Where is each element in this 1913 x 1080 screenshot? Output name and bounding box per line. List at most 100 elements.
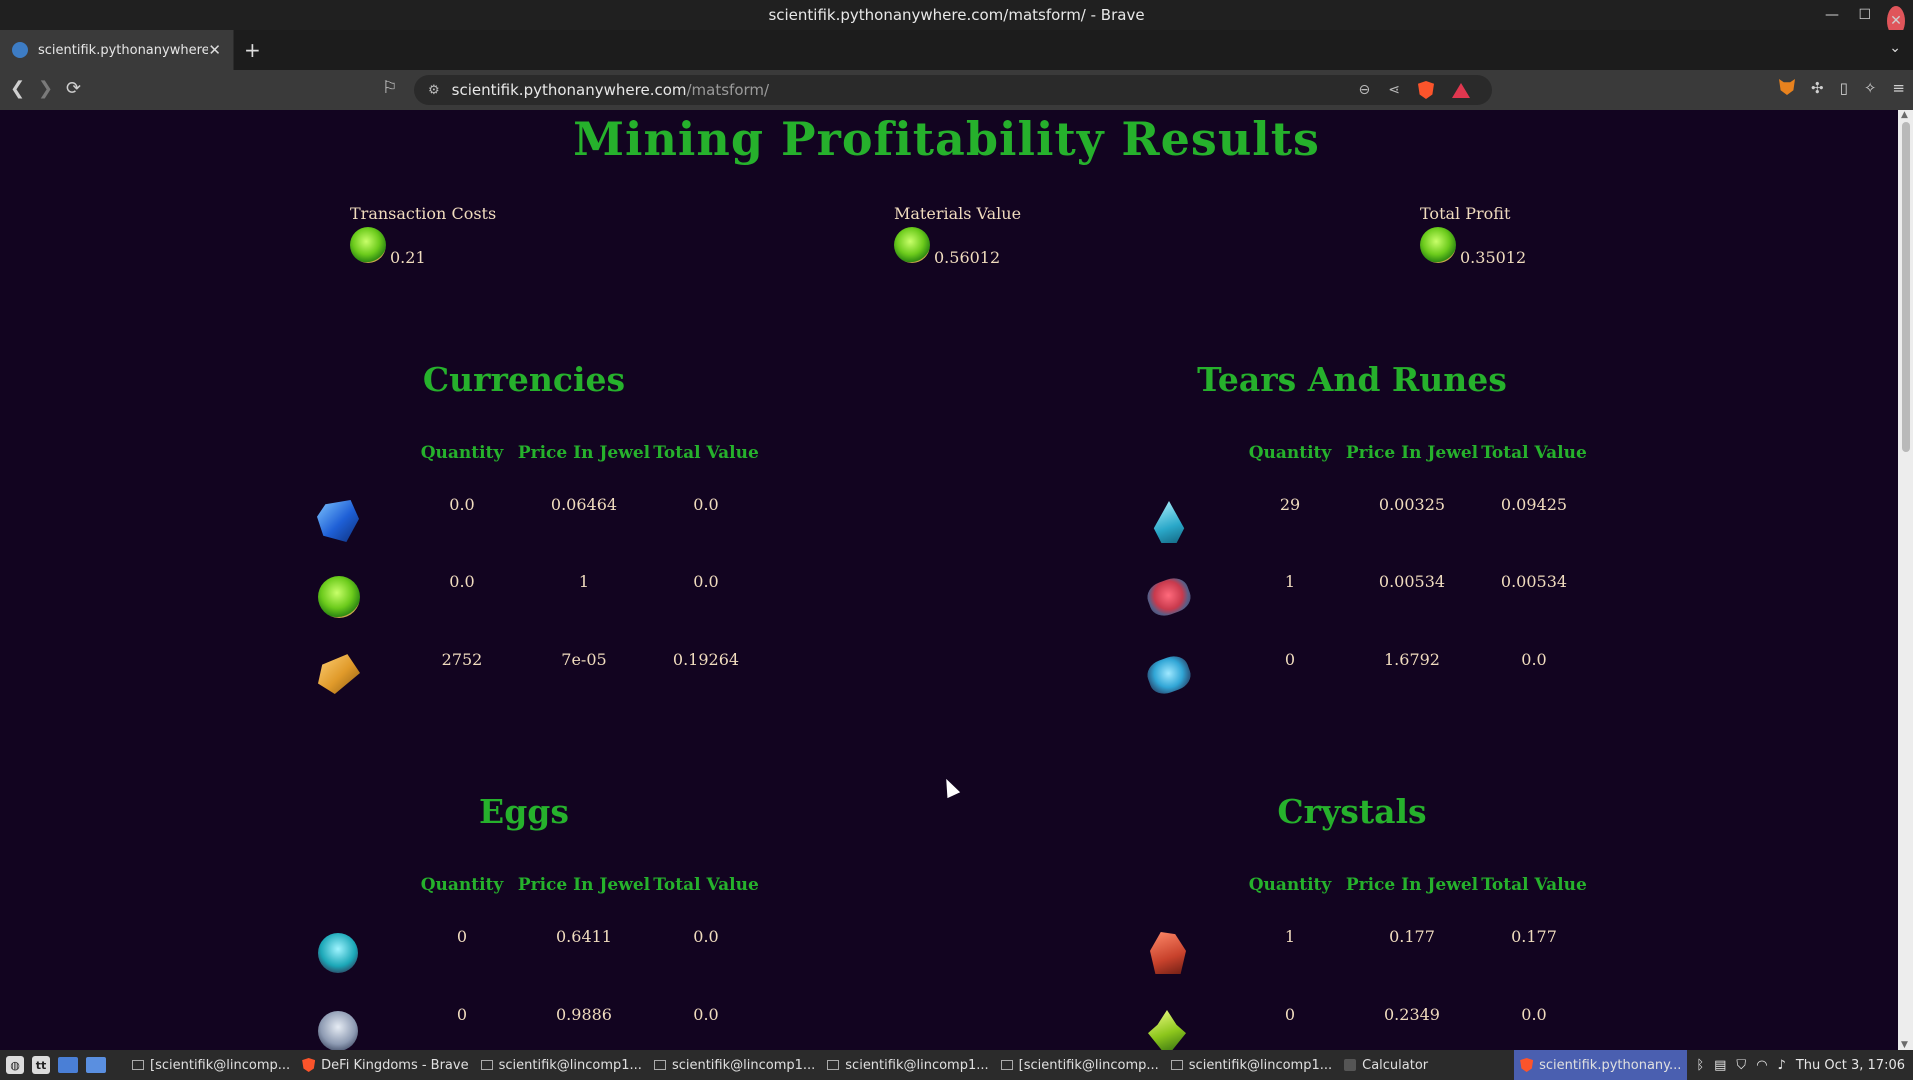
main-menu-icon[interactable]: ≡ xyxy=(1892,79,1905,97)
red-crystal-icon xyxy=(1150,932,1186,974)
address-bar[interactable]: ⚙ scientifik.pythonanywhere.com/matsform… xyxy=(414,75,1492,105)
file-manager-icon[interactable] xyxy=(86,1057,106,1073)
shield-icon[interactable]: ⛉ xyxy=(1736,1058,1746,1073)
reload-button[interactable]: ⟳ xyxy=(66,78,81,99)
tab-title: scientifik.pythonanywhere.c xyxy=(38,42,208,58)
extensions-icon[interactable]: ✣ xyxy=(1811,79,1824,97)
taskbar-task[interactable]: scientifik@lincomp1... xyxy=(475,1050,648,1080)
cell-total: 0.0 xyxy=(693,495,719,514)
tt-launcher-icon[interactable]: tt xyxy=(32,1056,50,1074)
sidebar-icon[interactable]: ▯ xyxy=(1840,79,1848,97)
brave-rewards-icon[interactable] xyxy=(1452,82,1470,98)
terminal-icon xyxy=(132,1060,144,1070)
summary-value: 0.35012 xyxy=(1460,248,1527,267)
cell-total: 0.09425 xyxy=(1500,495,1568,514)
task-label: scientifik@lincomp1... xyxy=(671,1057,816,1073)
column-header-quantity: Quantity xyxy=(1248,443,1332,463)
taskbar-task[interactable]: DeFi Kingdoms - Brave xyxy=(296,1050,474,1080)
taskbar-task[interactable]: [scientifik@lincomp... xyxy=(126,1050,296,1080)
task-label: scientifik.pythonany... xyxy=(1539,1057,1682,1073)
task-label: DeFi Kingdoms - Brave xyxy=(321,1057,469,1073)
cell-price: 1.6792 xyxy=(1384,650,1440,669)
cell-quantity: 0.0 xyxy=(449,495,475,514)
new-tab-button[interactable]: + xyxy=(244,38,261,62)
jewel-icon xyxy=(318,576,360,618)
volume-icon[interactable]: ♪ xyxy=(1778,1058,1786,1073)
cell-price: 0.9886 xyxy=(556,1005,612,1024)
brave-icon xyxy=(1520,1058,1534,1072)
tab-list-button[interactable]: ⌄ xyxy=(1889,40,1901,56)
zoom-icon[interactable]: ⊖ xyxy=(1359,82,1371,98)
column-header-price: Price In Jewel xyxy=(1345,443,1479,463)
column-header-quantity: Quantity xyxy=(1248,875,1332,895)
page-scrollbar[interactable]: ▲ ▼ xyxy=(1898,110,1913,1050)
bookmark-icon[interactable]: ⚐ xyxy=(382,78,397,98)
taskbar-task[interactable]: scientifik@lincomp1... xyxy=(821,1050,994,1080)
site-info-icon[interactable]: ⚙ xyxy=(428,83,440,98)
share-icon[interactable]: ⋖ xyxy=(1388,82,1400,98)
cell-quantity: 0 xyxy=(456,927,468,946)
cell-price: 0.6411 xyxy=(556,927,612,946)
red-rune-icon xyxy=(1143,573,1195,621)
cell-total: 0.0 xyxy=(693,927,719,946)
minimize-button[interactable]: — xyxy=(1825,0,1839,30)
browser-toolbar: ❮ ❯ ⟳ ⚐ ⚙ scientifik.pythonanywhere.com /… xyxy=(0,70,1913,110)
leo-ai-icon[interactable]: ✧ xyxy=(1864,79,1877,97)
terminal-icon xyxy=(653,1060,666,1070)
tab-strip: scientifik.pythonanywhere.c ✕ + ⌄ xyxy=(0,30,1913,70)
section-title-currencies: Currencies xyxy=(422,360,626,399)
teal-egg-icon xyxy=(318,933,358,973)
taskbar-task[interactable]: scientifik@lincomp1... xyxy=(1165,1050,1338,1080)
scroll-down-icon[interactable]: ▼ xyxy=(1901,1040,1908,1050)
terminal-icon xyxy=(1000,1060,1013,1070)
column-header-quantity: Quantity xyxy=(420,875,504,895)
jewel-icon xyxy=(1420,227,1456,263)
cell-price: 1 xyxy=(578,572,590,591)
terminal-icon xyxy=(827,1060,840,1070)
jewel-icon xyxy=(350,227,386,263)
cell-total: 0.0 xyxy=(693,572,719,591)
tear-drop-icon xyxy=(1153,501,1185,543)
workspace-icon[interactable] xyxy=(58,1057,78,1073)
terminal-icon xyxy=(480,1060,493,1070)
cell-price: 0.00325 xyxy=(1378,495,1446,514)
app-menu-icon[interactable]: ◍ xyxy=(6,1056,24,1074)
summary-label: Materials Value xyxy=(894,204,1022,223)
cell-total: 0.0 xyxy=(1521,650,1547,669)
bluetooth-icon[interactable]: ᛒ xyxy=(1696,1058,1704,1073)
scroll-up-icon[interactable]: ▲ xyxy=(1901,110,1908,120)
grey-egg-icon xyxy=(318,1011,358,1050)
taskbar-task-active[interactable]: scientifik.pythonany... xyxy=(1514,1050,1688,1080)
url-host: scientifik.pythonanywhere.com xyxy=(451,81,687,99)
page-content: Mining Profitability Results Transaction… xyxy=(0,110,1898,1050)
tab-close-button[interactable]: ✕ xyxy=(208,41,221,59)
tab-matsform[interactable]: scientifik.pythonanywhere.c ✕ xyxy=(0,30,234,70)
column-header-total: Total Value xyxy=(1481,443,1587,463)
url-path: /matsform/ xyxy=(686,81,770,99)
window-titlebar: scientifik.pythonanywhere.com/matsform/ … xyxy=(0,0,1913,36)
back-button[interactable]: ❮ xyxy=(10,78,25,99)
cell-quantity: 0 xyxy=(456,1005,468,1024)
cell-price: 7e-05 xyxy=(561,650,607,669)
column-header-total: Total Value xyxy=(653,443,759,463)
section-title-tears-and-runes: Tears And Runes xyxy=(1197,360,1507,399)
cell-total: 0.0 xyxy=(693,1005,719,1024)
task-label: Calculator xyxy=(1362,1057,1429,1073)
taskbar-task[interactable]: scientifik@lincomp1... xyxy=(648,1050,821,1080)
maximize-button[interactable]: ☐ xyxy=(1858,0,1871,30)
brave-shields-icon[interactable] xyxy=(1418,81,1434,99)
system-tray: ᛒ ▤ ⛉ ◠ ♪ Thu Oct 3, 17:06 xyxy=(1696,1058,1913,1073)
summary-transaction-costs: Transaction Costs 0.21 xyxy=(350,204,610,267)
summary-total-profit: Total Profit 0.35012 xyxy=(1420,204,1680,267)
scrollbar-thumb[interactable] xyxy=(1902,122,1910,452)
taskbar-task[interactable]: [scientifik@lincomp... xyxy=(995,1050,1165,1080)
column-header-quantity: Quantity xyxy=(420,443,504,463)
clock[interactable]: Thu Oct 3, 17:06 xyxy=(1796,1058,1905,1073)
cell-quantity: 0 xyxy=(1284,1005,1296,1024)
wifi-icon[interactable]: ◠ xyxy=(1756,1058,1767,1073)
forward-button[interactable]: ❯ xyxy=(38,78,53,99)
cell-total: 0.00534 xyxy=(1500,572,1568,591)
taskbar-task[interactable]: Calculator xyxy=(1338,1050,1434,1080)
metamask-extension-icon[interactable] xyxy=(1779,79,1795,95)
clipboard-icon[interactable]: ▤ xyxy=(1714,1058,1726,1073)
